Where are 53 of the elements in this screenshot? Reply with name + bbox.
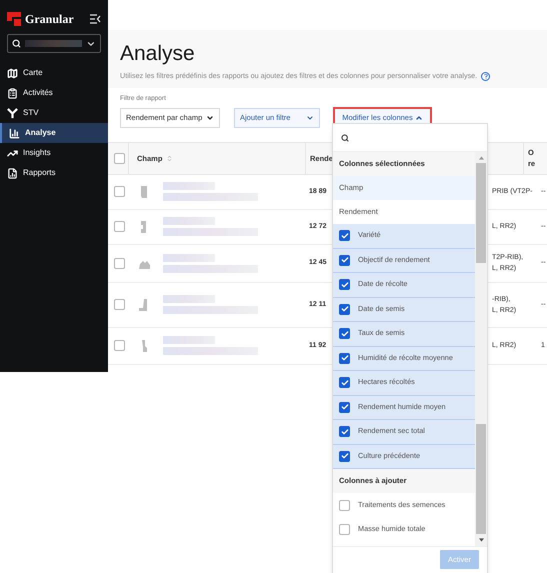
- search-field[interactable]: [7, 34, 101, 53]
- checkbox[interactable]: [339, 524, 350, 536]
- blurred-text: [163, 295, 215, 304]
- nav-item[interactable]: Insights: [0, 143, 108, 163]
- checkbox[interactable]: [114, 221, 125, 232]
- search-icon: [341, 134, 349, 142]
- nav-item[interactable]: Carte: [0, 63, 108, 83]
- scrollbar-thumb[interactable]: [476, 163, 486, 263]
- bar-chart-icon: [9, 128, 20, 138]
- checkbox[interactable]: [339, 377, 350, 388]
- checkbox[interactable]: [339, 426, 350, 438]
- checkbox[interactable]: [339, 254, 350, 266]
- checkbox[interactable]: [339, 352, 350, 364]
- fork-icon: [7, 108, 18, 118]
- checkbox[interactable]: [339, 230, 350, 242]
- checkbox[interactable]: [114, 258, 125, 269]
- checkbox[interactable]: [339, 402, 350, 413]
- checkbox[interactable]: [114, 299, 125, 310]
- blurred-text: [163, 254, 215, 262]
- nav-item[interactable]: STV: [0, 103, 108, 123]
- blurred-text: [163, 182, 215, 190]
- scroll-down-icon[interactable]: [478, 538, 484, 542]
- checkbox[interactable]: [339, 500, 350, 511]
- chevron-down-icon: [206, 114, 214, 122]
- clipboard-icon: [7, 88, 18, 98]
- report-icon: [7, 168, 18, 178]
- page-title: Analyse: [120, 42, 196, 66]
- help-icon[interactable]: [481, 72, 490, 81]
- checkbox[interactable]: [339, 304, 350, 315]
- scrollbar[interactable]: [475, 152, 487, 546]
- blurred-text: [163, 336, 215, 344]
- checkbox[interactable]: [114, 186, 125, 198]
- scroll-up-icon[interactable]: [478, 156, 484, 160]
- checkbox[interactable]: [114, 340, 125, 352]
- collapse-menu-icon[interactable]: [89, 14, 101, 24]
- scrollbar-thumb[interactable]: [476, 424, 486, 534]
- brand-name: Granular: [25, 10, 74, 28]
- nav-item[interactable]: Rapports: [0, 163, 108, 183]
- checkbox[interactable]: [339, 279, 350, 290]
- trend-line-icon: [7, 148, 18, 158]
- checkbox[interactable]: [114, 152, 125, 164]
- nav-item[interactable]: Analyse: [0, 123, 108, 143]
- blurred-text: [24, 40, 82, 47]
- sort-icon[interactable]: [166, 154, 174, 162]
- logo-icon: [7, 12, 21, 26]
- nav-item[interactable]: Activités: [0, 83, 108, 103]
- search-icon: [12, 39, 21, 48]
- map-icon: [7, 68, 18, 78]
- checkbox[interactable]: [339, 328, 350, 340]
- checkbox[interactable]: [339, 450, 350, 462]
- chevron-down-icon: [306, 114, 314, 122]
- blurred-text: [163, 217, 215, 226]
- chevron-up-icon: [414, 114, 423, 122]
